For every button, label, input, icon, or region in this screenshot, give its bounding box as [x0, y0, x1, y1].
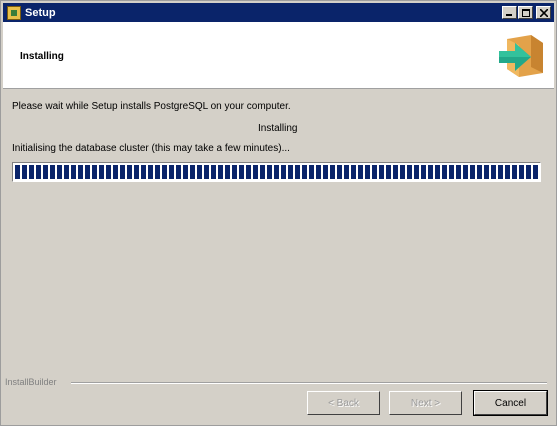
setup-window: Setup Installing Please wait while Setup…: [0, 0, 557, 426]
header-panel: Installing: [3, 22, 554, 89]
detail-text: Initialising the database cluster (this …: [12, 143, 290, 154]
back-button[interactable]: < Back: [307, 391, 380, 415]
status-text: Installing: [258, 123, 298, 134]
window-title: Setup: [25, 6, 56, 19]
intro-text: Please wait while Setup installs Postgre…: [12, 101, 291, 112]
cancel-button[interactable]: Cancel: [473, 390, 548, 416]
minimize-icon[interactable]: [502, 6, 517, 19]
close-icon[interactable]: [536, 6, 551, 19]
installer-arrow-box-icon: [497, 33, 545, 82]
progress-fill: [15, 165, 538, 179]
installbuilder-label: InstallBuilder: [5, 377, 57, 387]
page-title: Installing: [20, 51, 64, 62]
title-bar[interactable]: Setup: [3, 3, 554, 22]
footer-divider: [71, 382, 547, 384]
progress-bar: [12, 162, 541, 182]
maximize-icon[interactable]: [518, 6, 533, 19]
app-icon: [7, 5, 21, 20]
window-controls: [502, 6, 551, 19]
next-button[interactable]: Next >: [389, 391, 462, 415]
